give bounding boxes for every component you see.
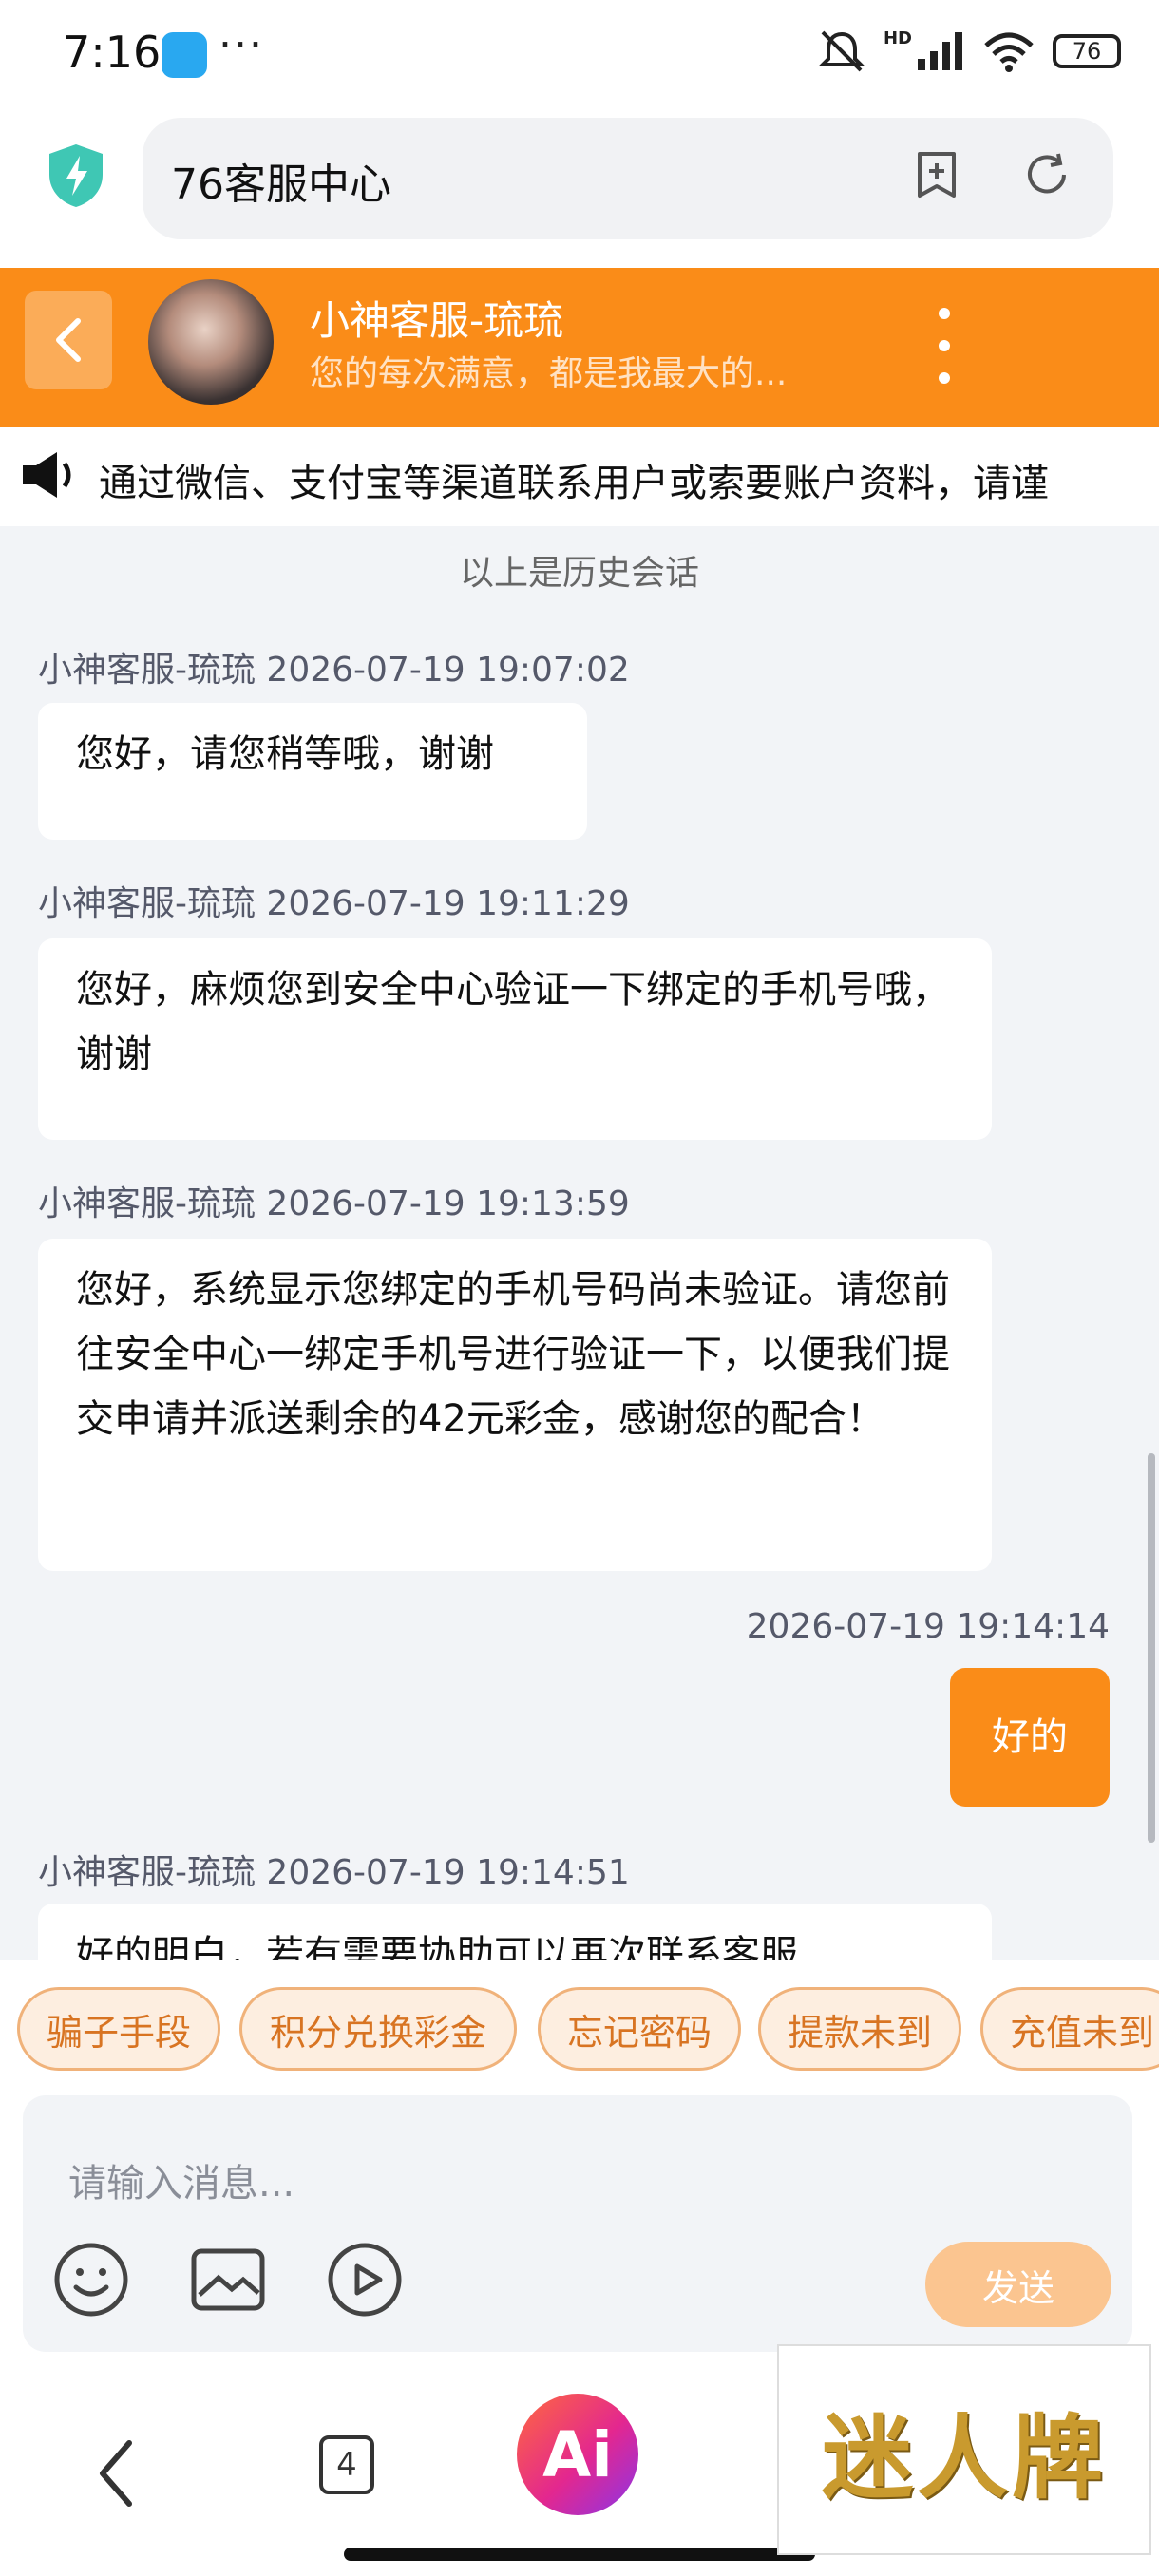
watermark: 迷人牌 [777,2344,1151,2555]
status-time: 7:16 [63,27,162,78]
quick-reply-chip[interactable]: 积分兑换彩金 [239,1987,517,2071]
message-composer: 请输入消息... 发送 [23,2095,1132,2352]
back-icon[interactable] [91,2435,141,2511]
message-input[interactable]: 请输入消息... [68,2152,294,2207]
agent-message-bubble[interactable]: 您好，请您稍等哦，谢谢 [38,703,587,840]
add-bookmark-icon[interactable] [912,150,961,199]
chat-header: 小神客服-琉琉 您的每次满意，都是我最大的... [0,268,1159,427]
quick-reply-chip[interactable]: 提款未到 [758,1987,961,2071]
network-type-label: HD [883,28,912,48]
message-meta: 小神客服-琉琉 2026-07-19 19:11:29 [38,884,630,923]
agent-avatar[interactable] [148,279,274,405]
ai-assistant-button[interactable]: Ai [517,2394,638,2515]
history-divider: 以上是历史会话 [459,554,699,593]
quick-reply-chip[interactable]: 骗子手段 [17,1987,220,2071]
chat-messages[interactable]: 以上是历史会话 小神客服-琉琉 2026-07-19 19:07:02 您好，请… [0,526,1159,1960]
notice-banner: 通过微信、支付宝等渠道联系用户或索要账户资料，请谨 [0,427,1159,526]
message-meta: 小神客服-琉琉 2026-07-19 19:13:59 [38,1184,630,1223]
message-meta: 2026-07-19 19:14:14 [746,1607,1110,1646]
chevron-left-icon [56,318,81,362]
agent-message-bubble[interactable]: 您好，系统显示您绑定的手机号码尚未验证。请您前往安全中心一绑定手机号进行验证一下… [38,1239,992,1571]
user-message-bubble[interactable]: 好的 [950,1668,1110,1807]
agent-name: 小神客服-琉琉 [310,297,564,344]
video-icon[interactable] [327,2242,403,2318]
message-meta: 小神客服-琉琉 2026-07-19 19:14:51 [38,1853,630,1892]
megaphone-icon [23,452,71,498]
status-bar: 7:16 ··· HD 76 [0,0,1159,114]
quick-reply-chip[interactable]: 充值未到 [980,1987,1159,2071]
back-button[interactable] [25,291,112,389]
app-notification-icon [162,32,207,78]
tabs-button[interactable]: 4 [319,2435,374,2494]
agent-subtitle: 您的每次满意，都是我最大的... [310,354,788,393]
notice-text: 通过微信、支付宝等渠道联系用户或索要账户资料，请谨 [99,462,1049,505]
mute-icon [818,30,865,72]
watermark-text: 迷人牌 [822,2403,1107,2511]
wifi-icon [984,32,1034,72]
more-notifications-icon: ··· [218,21,264,69]
agent-message-bubble[interactable]: 您好，麻烦您到安全中心验证一下绑定的手机号哦，谢谢 [38,938,992,1140]
shield-icon[interactable] [46,142,106,209]
image-icon[interactable] [190,2242,266,2318]
browser-toolbar: 76客服中心 [0,114,1159,266]
home-indicator[interactable] [344,2548,815,2561]
message-meta: 小神客服-琉琉 2026-07-19 19:07:02 [38,651,630,690]
refresh-icon[interactable] [1022,150,1072,199]
agent-message-bubble[interactable]: 好的明白，若有需要协助可以再次联系客服 [38,1904,992,1960]
send-button[interactable]: 发送 [925,2242,1112,2327]
more-options-icon[interactable] [916,308,973,384]
page-title[interactable]: 76客服中心 [171,150,391,211]
signal-icon [918,32,962,70]
quick-reply-chip[interactable]: 忘记密码 [538,1987,741,2071]
chat-scrollbar[interactable] [1148,1453,1155,1843]
emoji-icon[interactable] [53,2242,129,2318]
system-icons: HD 76 [817,28,1121,74]
battery-icon: 76 [1053,34,1121,68]
